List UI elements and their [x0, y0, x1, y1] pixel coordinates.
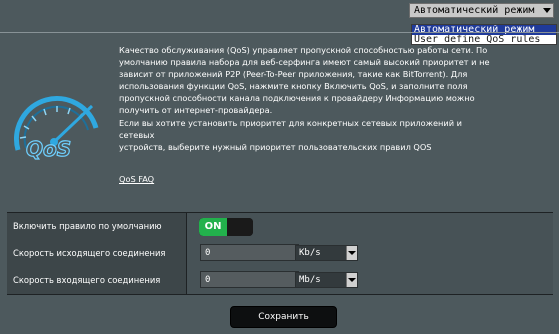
chevron-down-icon — [346, 273, 357, 287]
download-speed-label: Скорость входящего соединения — [7, 267, 187, 294]
qos-mode-dropdown-list: Автоматический режим User define QoS rul… — [411, 24, 557, 45]
download-speed-input[interactable] — [200, 271, 299, 288]
qos-speedometer-logo: QoS — [13, 95, 99, 162]
upload-unit-value: Kb/s — [299, 248, 321, 258]
description-line: умолчанию правила набора для веб-серфинг… — [119, 57, 490, 68]
setting-row-upload: Скорость исходящего соединения Kb/s — [7, 240, 553, 268]
qos-description: Качество обслуживания (QoS) управляет пр… — [119, 44, 499, 153]
upload-unit-select[interactable]: Kb/s — [295, 245, 358, 261]
chevron-down-icon — [346, 246, 357, 260]
toggle-on-label: ON — [199, 218, 227, 236]
toggle-knob — [227, 218, 253, 236]
chevron-down-icon — [543, 8, 551, 13]
setting-row-download: Скорость входящего соединения Mb/s — [7, 267, 553, 295]
description-line: использования функции QoS, нажмите кнопк… — [119, 81, 468, 92]
qos-mode-select[interactable]: Автоматический режим — [409, 3, 554, 18]
qos-faq-link[interactable]: QoS FAQ — [119, 174, 154, 184]
description-line: пропускной способности канала подключени… — [119, 93, 475, 104]
qos-mode-selected: Автоматический режим — [414, 5, 535, 16]
mode-option-automatic[interactable]: Автоматический режим — [412, 25, 556, 35]
description-line: устройств, выберите нужный приоритет пол… — [119, 141, 432, 152]
description-line: Качество обслуживания (QoS) управляет пр… — [119, 45, 488, 55]
save-button[interactable]: Сохранить — [230, 306, 337, 328]
qos-logo-text: QoS — [26, 137, 71, 161]
qos-settings-table: Включить правило по умолчанию ON Скорост… — [7, 212, 553, 295]
setting-row-default-rule: Включить правило по умолчанию ON — [7, 213, 553, 241]
default-rule-label: Включить правило по умолчанию — [7, 213, 187, 240]
description-line: зависит от приложений P2P (Peer-To-Peer … — [119, 69, 468, 80]
upload-speed-input[interactable] — [200, 244, 299, 261]
description-line: получить от интернет-провайдера. — [119, 105, 273, 116]
upload-speed-label: Скорость исходящего соединения — [7, 240, 187, 267]
divider — [0, 32, 559, 33]
default-rule-toggle[interactable]: ON — [199, 218, 253, 236]
description-line: Если вы хотите установить приоритет для … — [119, 117, 462, 140]
download-unit-value: Mb/s — [299, 275, 321, 285]
download-unit-select[interactable]: Mb/s — [295, 272, 358, 288]
